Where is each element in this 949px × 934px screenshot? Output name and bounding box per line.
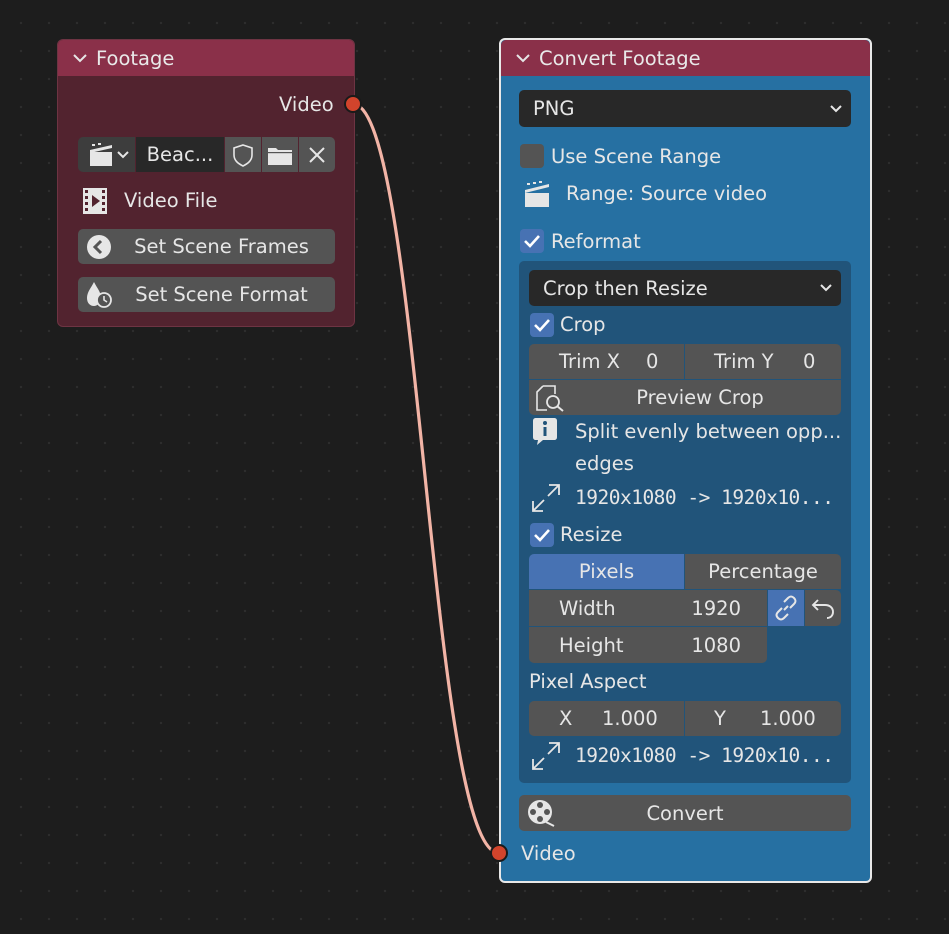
- aspect-x-field[interactable]: X 1.000: [529, 701, 684, 736]
- clip-icon: [89, 142, 129, 166]
- open-file-button[interactable]: [262, 137, 298, 172]
- set-scene-frames-button[interactable]: Set Scene Frames: [78, 229, 335, 264]
- clip-icon: [525, 181, 549, 207]
- trim-y-label: Trim Y: [714, 350, 774, 373]
- link-aspect-toggle[interactable]: [768, 590, 804, 626]
- chevron-down-icon: [116, 150, 129, 158]
- checkmark-icon: [524, 235, 540, 248]
- preview-crop-button[interactable]: Preview Crop: [529, 380, 841, 415]
- reformat-label: Reformat: [551, 230, 641, 253]
- film-reel-icon: [528, 800, 555, 827]
- range-info-label: Range: Source video: [566, 182, 768, 205]
- fake-user-button[interactable]: [225, 137, 261, 172]
- aspect-y-label: Y: [714, 707, 726, 730]
- convert-button[interactable]: Convert: [519, 795, 851, 831]
- film-icon: [83, 188, 107, 214]
- video-input-socket[interactable]: [490, 844, 508, 862]
- crop-info-line2: edges: [575, 452, 634, 475]
- shield-icon: [233, 143, 253, 167]
- chevron-down-icon: [820, 284, 832, 292]
- convert-input-socket-label: Video: [521, 842, 576, 865]
- reformat-checkbox[interactable]: [520, 229, 544, 253]
- width-label: Width: [559, 596, 616, 620]
- crop-checkbox[interactable]: [530, 313, 554, 337]
- clip-name-field[interactable]: Beac...: [136, 137, 224, 172]
- unlink-button[interactable]: [299, 137, 335, 172]
- set-scene-format-button[interactable]: Set Scene Format: [78, 277, 335, 312]
- crop-info-line1: Split evenly between opp...: [575, 420, 842, 443]
- height-label: Height: [559, 633, 624, 657]
- aspect-x-label: X: [559, 707, 573, 730]
- trim-y-value: 0: [803, 350, 816, 373]
- use-scene-range-label: Use Scene Range: [551, 145, 722, 168]
- height-field[interactable]: Height 1080: [529, 627, 767, 663]
- reset-size-button[interactable]: [805, 590, 841, 626]
- convert-node-title: Convert Footage: [539, 46, 701, 70]
- checkmark-icon: [534, 319, 550, 332]
- final-dimensions: 1920x1080 -> 1920x10...: [575, 744, 834, 767]
- unit-pixels-tab[interactable]: Pixels: [529, 554, 684, 589]
- crop-dimensions: 1920x1080 -> 1920x10...: [575, 486, 834, 509]
- info-icon: [533, 418, 557, 445]
- trim-y-field[interactable]: Trim Y 0: [685, 344, 841, 379]
- drop-clock-icon: [87, 282, 112, 308]
- video-file-label: Video File: [124, 189, 218, 212]
- fullscreen-icon: [532, 742, 560, 770]
- preview-search-icon: [536, 385, 564, 412]
- close-icon: [309, 146, 325, 163]
- unit-percentage-tab[interactable]: Percentage: [685, 554, 841, 589]
- chevron-down-icon[interactable]: [70, 48, 90, 68]
- video-output-socket[interactable]: [344, 95, 362, 113]
- use-scene-range-checkbox[interactable]: [520, 144, 544, 168]
- trim-x-field[interactable]: Trim X 0: [529, 344, 684, 379]
- crop-label: Crop: [560, 313, 606, 336]
- set-scene-format-label: Set Scene Format: [135, 283, 308, 306]
- convert-label: Convert: [646, 801, 724, 825]
- clip-browse-button[interactable]: [78, 137, 135, 172]
- height-value: 1080: [691, 633, 741, 657]
- set-scene-frames-label: Set Scene Frames: [134, 235, 309, 258]
- reformat-mode-value: Crop then Resize: [543, 276, 708, 300]
- fullscreen-icon: [532, 484, 560, 512]
- width-field[interactable]: Width 1920: [529, 590, 767, 626]
- footage-node-header[interactable]: Footage: [58, 40, 354, 76]
- clock-icon: [87, 235, 111, 259]
- folder-icon: [268, 147, 292, 165]
- format-value: PNG: [533, 97, 575, 120]
- clip-selector[interactable]: Beac...: [78, 137, 335, 172]
- resize-checkbox[interactable]: [530, 523, 554, 547]
- footage-node-title: Footage: [96, 46, 175, 70]
- width-value: 1920: [691, 596, 741, 620]
- checkmark-icon: [534, 529, 550, 542]
- aspect-y-field[interactable]: Y 1.000: [685, 701, 841, 736]
- convert-node-header[interactable]: Convert Footage: [501, 40, 870, 76]
- pixel-aspect-label: Pixel Aspect: [529, 670, 647, 693]
- chevron-down-icon[interactable]: [513, 48, 533, 68]
- link-icon: [775, 595, 797, 621]
- undo-icon: [811, 599, 834, 619]
- preview-crop-label: Preview Crop: [636, 386, 764, 409]
- resize-label: Resize: [560, 523, 623, 546]
- format-dropdown[interactable]: PNG: [519, 90, 851, 127]
- aspect-x-value: 1.000: [602, 707, 658, 730]
- trim-x-label: Trim X: [559, 350, 621, 373]
- unit-pixels-label: Pixels: [578, 560, 635, 583]
- aspect-y-value: 1.000: [760, 707, 816, 730]
- reformat-mode-dropdown[interactable]: Crop then Resize: [529, 270, 841, 306]
- unit-percentage-label: Percentage: [708, 560, 818, 583]
- chevron-down-icon: [830, 104, 842, 112]
- trim-x-value: 0: [646, 350, 659, 373]
- footage-output-socket-label: Video: [279, 93, 334, 116]
